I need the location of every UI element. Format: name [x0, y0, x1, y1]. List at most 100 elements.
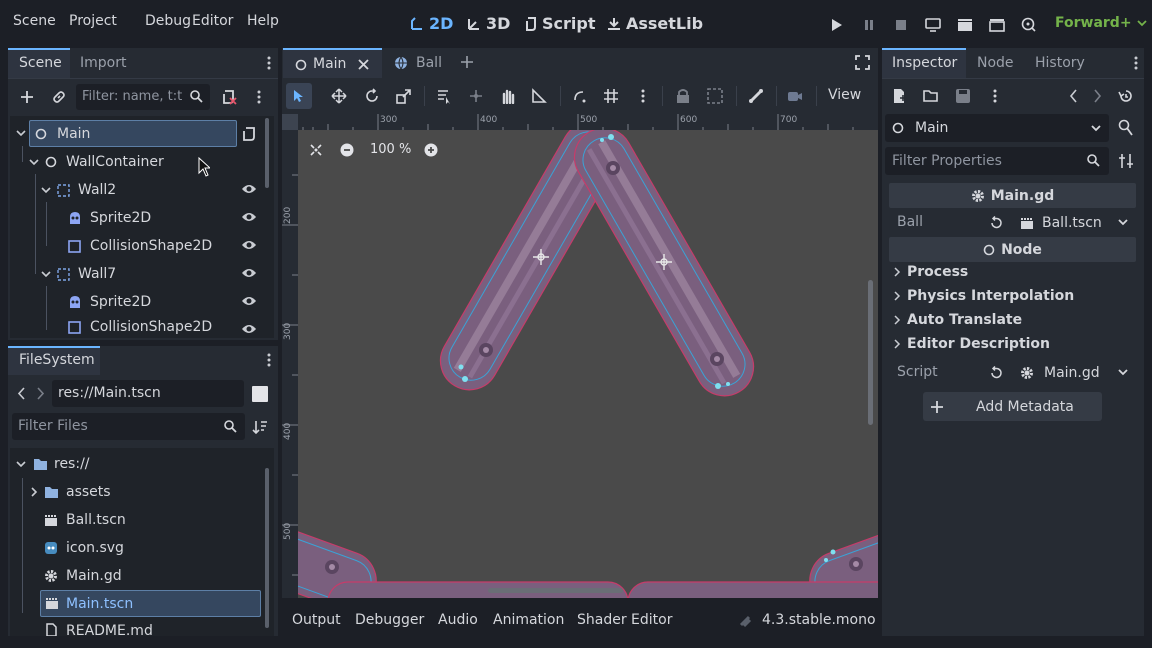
- file-item-readme[interactable]: README.md: [44, 618, 153, 636]
- visibility-eye-icon[interactable]: [241, 267, 257, 279]
- center-view-icon[interactable]: [309, 143, 323, 157]
- tree-item-wall7[interactable]: Wall7: [57, 260, 116, 288]
- file-item-main-gd[interactable]: Main.gd: [44, 562, 122, 590]
- path-input[interactable]: res://Main.tscn: [52, 380, 244, 407]
- movie-maker-button[interactable]: [1018, 14, 1040, 36]
- tree-item-main[interactable]: Main: [29, 120, 237, 147]
- chevron-down-icon[interactable]: [1118, 369, 1128, 376]
- kebab-menu-icon[interactable]: [993, 88, 997, 104]
- group-editor-description[interactable]: Editor Description: [894, 336, 1050, 352]
- file-item-ball-tscn[interactable]: Ball.tscn: [44, 506, 126, 534]
- tree-item-collisionshape2d[interactable]: CollisionShape2D: [68, 232, 212, 260]
- renderer-select[interactable]: Forward+: [1055, 15, 1147, 31]
- tab-shader-editor[interactable]: Shader Editor: [577, 612, 672, 628]
- script-section-header[interactable]: Main.gd: [889, 183, 1136, 208]
- tab-main-scene[interactable]: Main: [283, 48, 382, 78]
- file-item-assets[interactable]: assets: [44, 478, 111, 506]
- collapse-arrow-icon[interactable]: [41, 185, 51, 195]
- tab-history[interactable]: History: [1035, 55, 1085, 71]
- kebab-menu-icon[interactable]: [641, 88, 645, 104]
- zoom-level[interactable]: 100 %: [370, 142, 411, 157]
- tree-item-collisionshape2d[interactable]: CollisionShape2D: [68, 316, 212, 338]
- tab-audio[interactable]: Audio: [438, 612, 478, 628]
- scene-tree-menu-button[interactable]: [250, 86, 268, 108]
- object-selector[interactable]: Main: [885, 114, 1109, 142]
- collapse-arrow-icon[interactable]: [16, 128, 26, 138]
- tab-animation[interactable]: Animation: [493, 612, 564, 628]
- camera-override-icon[interactable]: [787, 88, 803, 104]
- open-folder-icon[interactable]: [923, 88, 939, 104]
- toggle-split-mode-button[interactable]: [252, 386, 268, 402]
- kebab-menu-icon[interactable]: [1134, 56, 1138, 70]
- tab-debugger[interactable]: Debugger: [355, 612, 424, 628]
- select-mode-button[interactable]: [286, 83, 312, 109]
- script-resource[interactable]: Main.gd: [1012, 360, 1110, 386]
- viewport-scrollbar-vertical[interactable]: [868, 280, 873, 425]
- visibility-eye-icon[interactable]: [241, 323, 257, 335]
- group-process[interactable]: Process: [894, 264, 968, 280]
- add-metadata-button[interactable]: Add Metadata: [923, 392, 1102, 421]
- zoom-out-icon[interactable]: [340, 143, 354, 157]
- tab-import[interactable]: Import: [80, 55, 126, 71]
- menu-help[interactable]: Help: [247, 13, 279, 29]
- workspace-2d-button[interactable]: 2D: [410, 14, 453, 33]
- remote-debug-button[interactable]: [922, 14, 944, 36]
- rotate-mode-icon[interactable]: [364, 88, 380, 104]
- menu-editor[interactable]: Editor: [192, 13, 233, 29]
- visibility-eye-icon[interactable]: [241, 295, 257, 307]
- scene-filter-input[interactable]: Filter: name, t:t: [76, 84, 210, 110]
- tab-node[interactable]: Node: [977, 55, 1014, 71]
- collapse-arrow-icon[interactable]: [29, 157, 39, 167]
- save-icon[interactable]: [955, 88, 971, 104]
- sort-files-button[interactable]: [250, 417, 270, 437]
- tree-item-sprite2d[interactable]: Sprite2D: [68, 288, 151, 316]
- tree-item-wall2[interactable]: Wall2: [57, 176, 116, 204]
- scene-dock-menu-button[interactable]: [260, 54, 278, 72]
- open-script-button[interactable]: [241, 125, 257, 143]
- chevron-down-icon[interactable]: [1118, 219, 1128, 226]
- scene-tree-scrollbar[interactable]: [265, 118, 269, 188]
- forward-arrow-icon[interactable]: [37, 387, 45, 400]
- tab-ball-scene[interactable]: Ball: [394, 53, 442, 73]
- file-item-main-tscn[interactable]: Main.tscn: [40, 590, 261, 617]
- stop-button[interactable]: [890, 14, 912, 36]
- workspace-3d-button[interactable]: 3D: [467, 14, 510, 33]
- viewport-2d[interactable]: [298, 130, 878, 598]
- history-back-icon[interactable]: [1069, 89, 1078, 103]
- visibility-eye-icon[interactable]: [241, 183, 257, 195]
- group-physics-interpolation[interactable]: Physics Interpolation: [894, 288, 1074, 304]
- bone-icon[interactable]: [748, 88, 764, 104]
- collapse-arrow-icon[interactable]: [16, 459, 26, 469]
- menu-project[interactable]: Project: [69, 13, 117, 29]
- file-item-icon-svg[interactable]: icon.svg: [44, 534, 124, 562]
- ball-scene-resource[interactable]: Ball.tscn: [1012, 210, 1110, 236]
- visibility-eye-icon[interactable]: [241, 211, 257, 223]
- file-item-res[interactable]: res://: [33, 450, 90, 478]
- group-icon[interactable]: [707, 88, 723, 104]
- workspace-assetlib-button[interactable]: AssetLib: [607, 14, 703, 33]
- revert-icon[interactable]: [989, 366, 1003, 380]
- instance-scene-button[interactable]: [48, 86, 70, 108]
- pause-button[interactable]: [858, 14, 880, 36]
- tree-item-wallcontainer[interactable]: WallContainer: [45, 148, 164, 176]
- add-tab-icon[interactable]: [460, 55, 474, 69]
- back-arrow-icon[interactable]: [17, 387, 25, 400]
- play-scene-button[interactable]: [954, 14, 976, 36]
- pivot-mode-icon[interactable]: [468, 88, 484, 104]
- object-history-icon[interactable]: [1118, 88, 1134, 104]
- filter-files-input[interactable]: Filter Files: [12, 413, 245, 440]
- workspace-script-button[interactable]: Script: [525, 14, 595, 33]
- play-custom-scene-button[interactable]: [986, 14, 1008, 36]
- history-forward-icon[interactable]: [1093, 89, 1102, 103]
- menu-scene[interactable]: Scene: [13, 13, 56, 29]
- ruler-mode-icon[interactable]: [531, 88, 547, 104]
- documentation-icon[interactable]: [1118, 119, 1134, 137]
- file-tree-scrollbar[interactable]: [265, 468, 269, 628]
- add-node-button[interactable]: [16, 86, 38, 108]
- filesystem-menu-button[interactable]: [260, 351, 278, 369]
- revert-icon[interactable]: [989, 216, 1003, 230]
- close-icon[interactable]: [358, 59, 369, 70]
- view-menu-button[interactable]: View: [828, 87, 861, 103]
- move-mode-icon[interactable]: [331, 88, 347, 104]
- smart-snap-icon[interactable]: [572, 88, 588, 104]
